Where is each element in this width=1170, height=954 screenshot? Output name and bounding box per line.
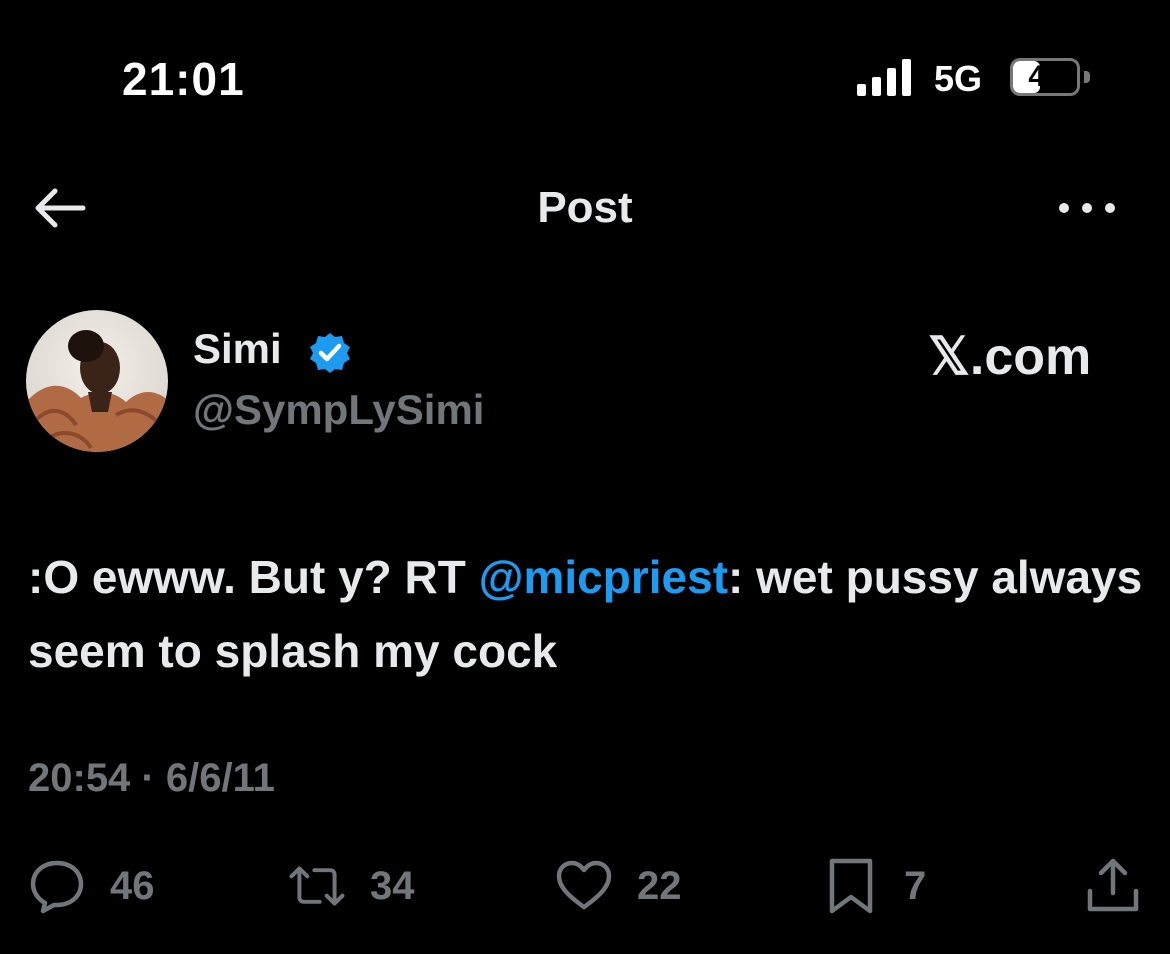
avatar[interactable] <box>26 310 168 452</box>
like-count: 22 <box>637 863 682 908</box>
tweet-text: :O ewww. But y? RT @micpriest: wet pussy… <box>28 540 1148 688</box>
source-watermark: 𝕏.com <box>928 328 1092 386</box>
bookmark-count: 7 <box>904 863 927 908</box>
bookmark-icon <box>829 858 873 914</box>
page-title: Post <box>537 183 633 232</box>
more-horizontal-icon[interactable] <box>1058 196 1116 220</box>
reply-button[interactable]: 46 <box>28 856 155 916</box>
author-name[interactable]: Simi <box>193 325 282 373</box>
network-type: 5G <box>934 58 983 99</box>
share-button[interactable] <box>1084 856 1142 916</box>
mention-link[interactable]: @micpriest <box>479 551 728 603</box>
battery-percent: 42 <box>1028 60 1062 93</box>
reply-count: 46 <box>110 863 155 908</box>
retweet-count: 34 <box>370 863 415 908</box>
post-timestamp[interactable]: 20:54 · 6/6/11 <box>28 756 275 801</box>
like-button[interactable]: 22 <box>555 856 682 916</box>
tweet-text-before: :O ewww. But y? RT <box>28 551 479 603</box>
share-icon <box>1087 858 1139 912</box>
reply-icon <box>30 860 84 914</box>
bookmark-button[interactable]: 7 <box>822 856 926 916</box>
verified-badge-icon <box>310 333 350 373</box>
battery-icon: 42 <box>1010 58 1092 98</box>
retweet-icon <box>289 866 345 906</box>
status-time: 21:01 <box>122 53 245 105</box>
retweet-button[interactable]: 34 <box>288 856 415 916</box>
cellular-signal-icon <box>857 59 911 96</box>
author-handle[interactable]: @SympLySimi <box>193 386 484 434</box>
heart-icon <box>556 860 612 910</box>
